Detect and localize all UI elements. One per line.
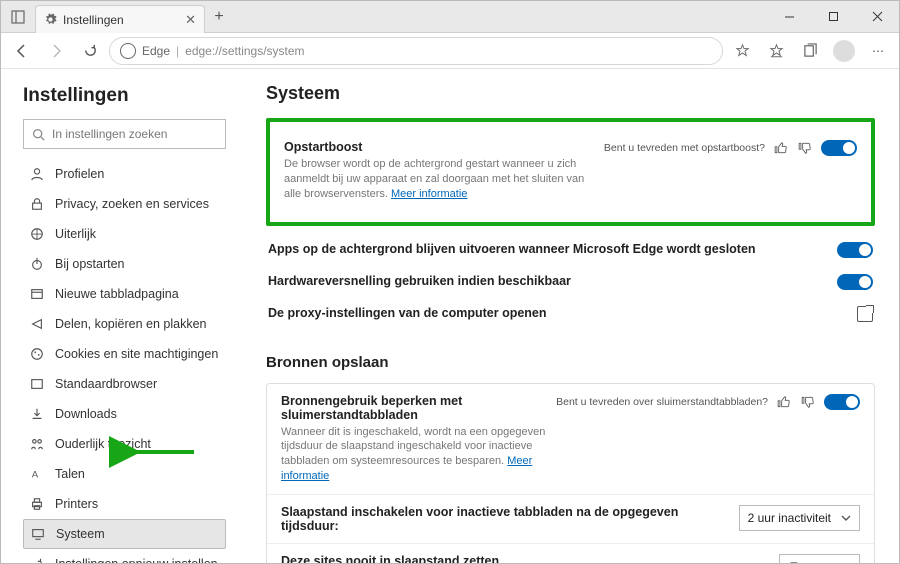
system-icon [30, 527, 46, 541]
omnibox-label: Edge [142, 44, 170, 58]
browser-icon [29, 377, 45, 391]
sleeping-tabs-title: Bronnengebruik beperken met sluimerstand… [281, 394, 548, 422]
thumbs-down-icon[interactable] [800, 394, 816, 410]
nav-share-copy[interactable]: Delen, kopiëren en plakken [23, 309, 226, 339]
collections-button[interactable] [795, 36, 825, 66]
thumbs-up-icon[interactable] [773, 140, 789, 156]
title-bar: Instellingen ✕ + [1, 1, 899, 33]
nav-reset[interactable]: Instellingen opnieuw instellen [23, 549, 226, 563]
new-tab-button[interactable]: + [205, 1, 233, 32]
startup-boost-title: Opstartboost [284, 140, 596, 154]
printer-icon [29, 497, 45, 511]
refresh-button[interactable] [75, 36, 105, 66]
close-window-button[interactable] [855, 1, 899, 32]
settings-main: Systeem Opstartboost De browser wordt op… [236, 69, 899, 563]
thumbs-up-icon[interactable] [776, 394, 792, 410]
nav-appearance[interactable]: Uiterlijk [23, 219, 226, 249]
tab-title: Instellingen [63, 13, 179, 27]
proxy-title: De proxy-instellingen van de computer op… [268, 306, 849, 320]
highlight-startup-boost: Opstartboost De browser wordt op de acht… [266, 118, 875, 226]
omnibox-url: edge://settings/system [185, 44, 304, 58]
lock-icon [29, 197, 45, 211]
startup-feedback: Bent u tevreden met opstartboost? [604, 140, 813, 156]
nav-printers[interactable]: Printers [23, 489, 226, 519]
startup-boost-desc: De browser wordt op de achtergrond gesta… [284, 157, 596, 202]
sleep-after-select[interactable]: 2 uur inactiviteit [739, 505, 860, 531]
search-icon [32, 128, 45, 141]
nav-new-tab[interactable]: Nieuwe tabbladpagina [23, 279, 226, 309]
power-icon [29, 257, 45, 271]
nav-system[interactable]: Systeem [23, 519, 226, 549]
startup-more-link[interactable]: Meer informatie [391, 188, 467, 200]
back-button[interactable] [7, 36, 37, 66]
profile-icon [29, 167, 45, 181]
nav-downloads[interactable]: Downloads [23, 399, 226, 429]
minimize-button[interactable] [767, 1, 811, 32]
section-heading-system: Systeem [266, 83, 875, 104]
nav-family[interactable]: Ouderlijk toezicht [23, 429, 226, 459]
nav-on-startup[interactable]: Bij opstarten [23, 249, 226, 279]
maximize-button[interactable] [811, 1, 855, 32]
newtab-icon [29, 287, 45, 301]
collections-icon[interactable] [1, 1, 35, 32]
browser-tab[interactable]: Instellingen ✕ [35, 5, 205, 33]
nav-default-browser[interactable]: Standaardbrowser [23, 369, 226, 399]
section-heading-resources: Bronnen opslaan [266, 354, 875, 371]
forward-button [41, 36, 71, 66]
add-site-button[interactable]: Toevoegen [779, 554, 860, 563]
toolbar: Edge | edge://settings/system ⋯ [1, 33, 899, 69]
family-icon [29, 437, 45, 451]
favorites-list-button[interactable] [761, 36, 791, 66]
startup-boost-toggle[interactable] [821, 140, 857, 156]
nav-cookies[interactable]: Cookies en site machtigingen [23, 339, 226, 369]
language-icon: A [29, 467, 45, 481]
open-proxy-settings[interactable] [857, 306, 873, 322]
hwaccel-title: Hardwareversnelling gebruiken indien bes… [268, 274, 829, 288]
search-placeholder: In instellingen zoeken [52, 127, 167, 141]
resources-panel: Bronnengebruik beperken met sluimerstand… [266, 383, 875, 563]
sleep-after-title: Slaapstand inschakelen voor inactieve ta… [281, 505, 731, 533]
share-icon [29, 317, 45, 331]
appearance-icon [29, 227, 45, 241]
download-icon [29, 407, 45, 421]
sleeping-tabs-desc: Wanneer dit is ingeschakeld, wordt na ee… [281, 425, 548, 484]
settings-sidebar: Instellingen In instellingen zoeken Prof… [1, 69, 236, 563]
sleeping-tabs-toggle[interactable] [824, 394, 860, 410]
settings-search[interactable]: In instellingen zoeken [23, 119, 226, 149]
cookie-icon [29, 347, 45, 361]
reset-icon [29, 557, 45, 563]
never-sleep-title: Deze sites nooit in slaapstand zetten [281, 554, 771, 563]
svg-text:A: A [32, 470, 39, 481]
profile-button[interactable] [829, 36, 859, 66]
menu-button[interactable]: ⋯ [863, 36, 893, 66]
nav-profiles[interactable]: Profielen [23, 159, 226, 189]
nav-languages[interactable]: ATalen [23, 459, 226, 489]
background-apps-title: Apps op de achtergrond blijven uitvoeren… [268, 242, 829, 256]
sleeping-feedback: Bent u tevreden over sluimerstandtabblad… [556, 394, 816, 410]
address-bar[interactable]: Edge | edge://settings/system [109, 37, 723, 65]
hwaccel-toggle[interactable] [837, 274, 873, 290]
background-apps-toggle[interactable] [837, 242, 873, 258]
close-tab-icon[interactable]: ✕ [185, 12, 196, 28]
sidebar-heading: Instellingen [23, 85, 226, 107]
edge-icon [120, 43, 136, 59]
thumbs-down-icon[interactable] [797, 140, 813, 156]
nav-privacy[interactable]: Privacy, zoeken en services [23, 189, 226, 219]
favorite-button[interactable] [727, 36, 757, 66]
chevron-down-icon [841, 513, 851, 523]
gear-icon [44, 13, 57, 26]
